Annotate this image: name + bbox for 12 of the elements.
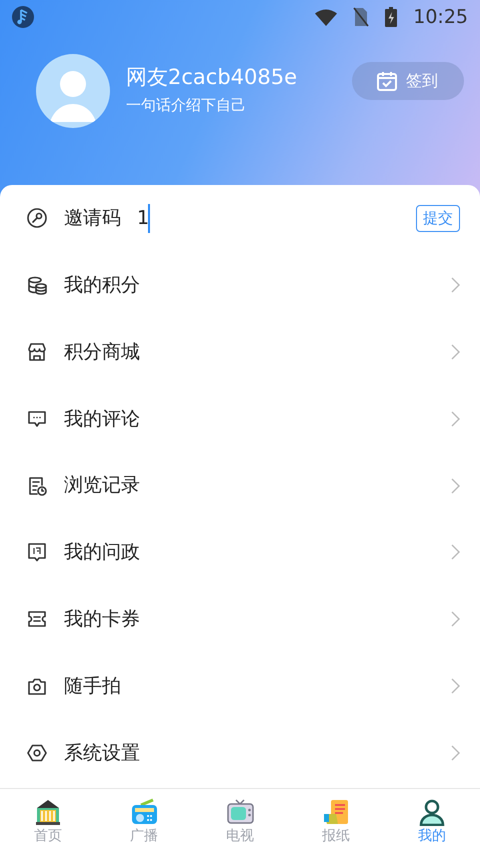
menu-item[interactable]: 浏览记录 [0,452,480,519]
invite-code-field[interactable]: 1 [137,204,150,233]
menu-item[interactable]: 积分商城 [0,318,480,386]
menu-label: 邀请码 [64,206,121,232]
status-time: 10:25 [413,4,468,30]
menu-item[interactable]: 我的积分 [0,252,480,319]
menu-item[interactable]: 随手拍 [0,652,480,720]
menu-item[interactable]: 我的卡券 [0,586,480,653]
menu-item[interactable]: 系统设置 [0,719,480,786]
menu-item[interactable]: 我的问政 [0,518,480,586]
user-name: 网友2cacb4085e [126,65,298,90]
menu-item[interactable]: 我的评论 [0,385,480,452]
